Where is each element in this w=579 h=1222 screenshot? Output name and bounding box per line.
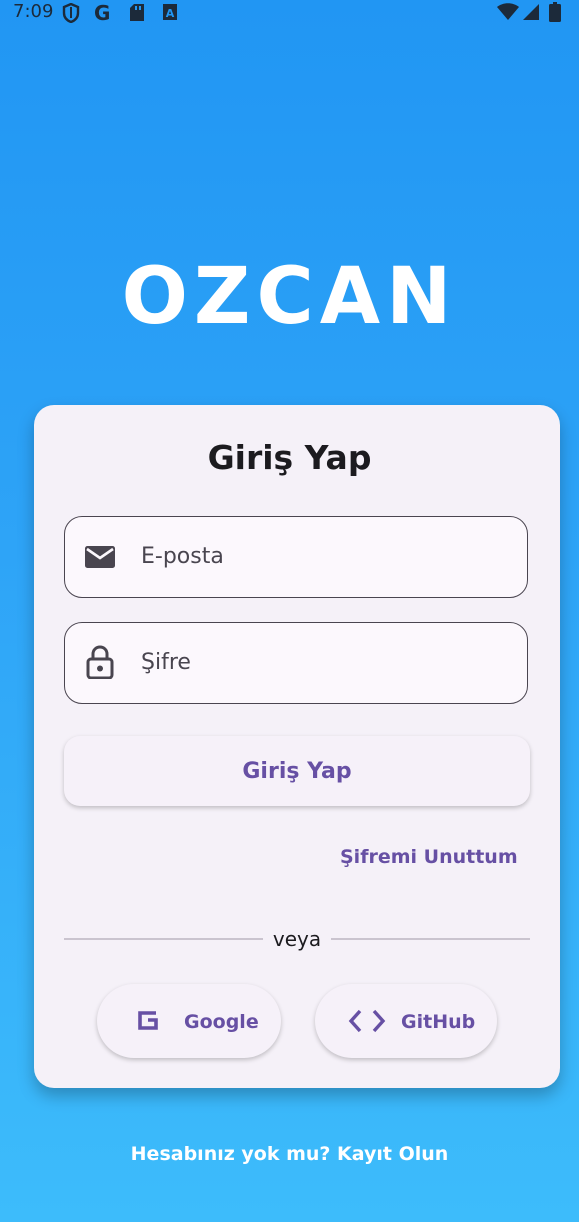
login-button[interactable]: Giriş Yap — [64, 736, 530, 806]
a-badge-icon: A — [162, 3, 178, 27]
google-login-button[interactable]: Google — [97, 984, 281, 1058]
cellular-signal-icon — [522, 3, 540, 27]
shield-icon — [62, 2, 80, 29]
password-field[interactable] — [64, 622, 528, 704]
code-icon — [348, 1008, 386, 1039]
signup-link[interactable]: Hesabınız yok mu? Kayıt Olun — [0, 1143, 579, 1165]
forgot-password-link[interactable]: Şifremi Unuttum — [340, 846, 530, 872]
google-g-icon: G — [94, 1, 111, 25]
password-input[interactable] — [141, 623, 511, 702]
google-button-label: Google — [184, 1011, 259, 1033]
lock-icon — [86, 645, 118, 680]
svg-text:A: A — [166, 7, 175, 20]
github-button-label: GitHub — [401, 1011, 476, 1033]
app-brand-title: OZCAN — [121, 252, 458, 342]
divider-right — [331, 938, 530, 940]
email-field[interactable] — [64, 516, 528, 598]
status-bar: 7:09 G A — [0, 0, 579, 26]
google-icon — [137, 1009, 159, 1036]
email-input[interactable] — [141, 517, 511, 596]
sd-card-icon — [129, 3, 145, 28]
battery-icon — [549, 2, 561, 28]
divider-left — [64, 938, 263, 940]
github-login-button[interactable]: GitHub — [315, 984, 497, 1058]
login-title: Giriş Yap — [207, 438, 372, 477]
status-time: 7:09 — [13, 1, 54, 22]
mail-icon — [84, 541, 116, 573]
divider-or-text: veya — [272, 927, 322, 951]
wifi-icon — [497, 3, 519, 27]
